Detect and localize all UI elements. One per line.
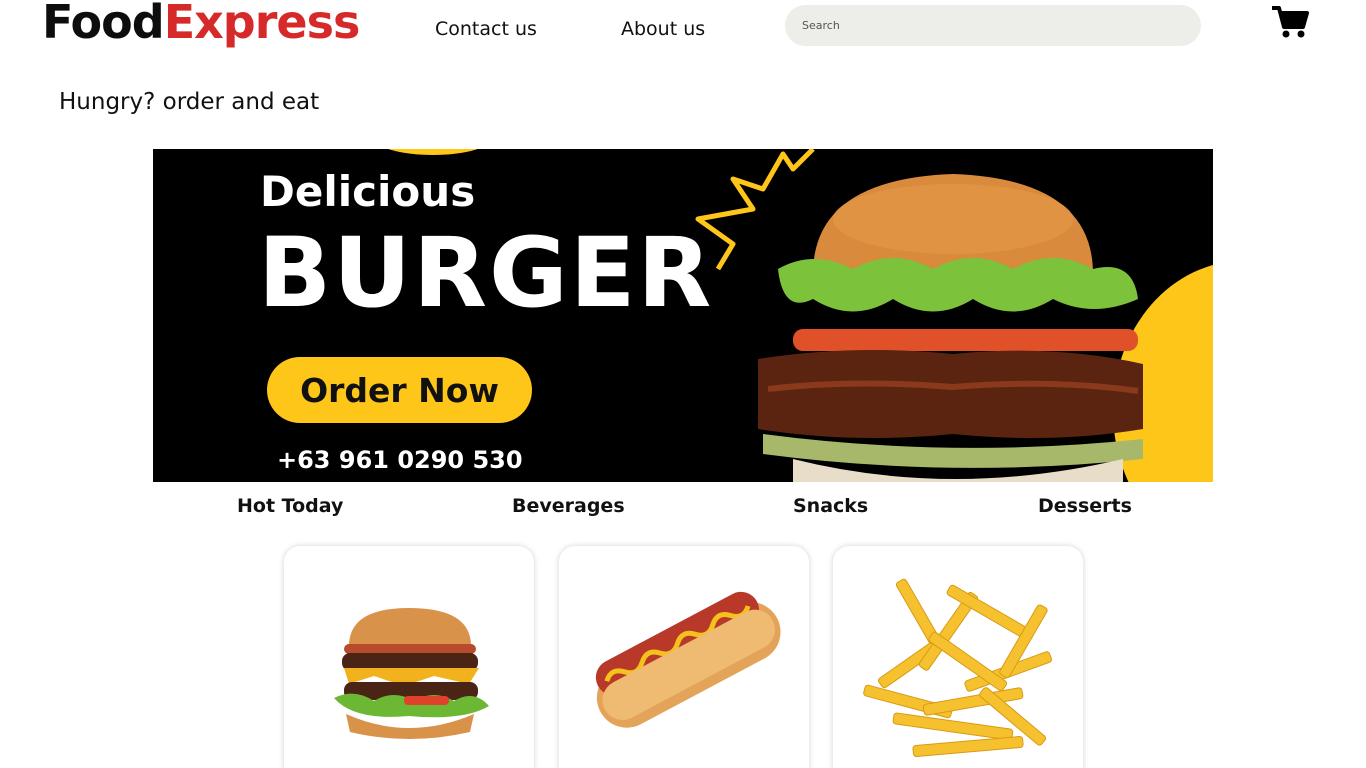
product-card[interactable] [833,546,1083,768]
category-snacks[interactable]: Snacks [793,494,868,518]
order-now-button[interactable]: Order Now [267,357,532,423]
search-input[interactable] [785,5,1201,46]
category-desserts[interactable]: Desserts [1038,494,1132,518]
nav-contact-us[interactable]: Contact us [435,16,537,42]
category-hot-today[interactable]: Hot Today [237,494,343,518]
hotdog-image [595,591,781,728]
cart-button[interactable] [1270,4,1310,40]
banner-heading: Delicious [260,167,476,216]
cart-icon [1272,6,1309,38]
banner-title: BURGER [258,217,714,329]
product-card[interactable] [284,546,534,768]
logo-express-text: Express [163,0,361,49]
logo-food-text: Food [42,0,165,49]
product-card[interactable] [559,546,809,768]
nav-about-us[interactable]: About us [621,16,705,42]
banner-decoration [373,149,493,155]
burger-image [334,608,489,739]
hero-banner: Delicious BURGER Order Now +63 961 0290 … [153,149,1213,482]
banner-burger-image [758,174,1143,482]
tagline: Hungry? order and eat [59,89,320,115]
category-beverages[interactable]: Beverages [512,494,625,518]
site-logo[interactable]: FoodExpress [42,0,361,50]
fries-image [863,578,1052,758]
banner-phone: +63 961 0290 530 [277,446,523,474]
